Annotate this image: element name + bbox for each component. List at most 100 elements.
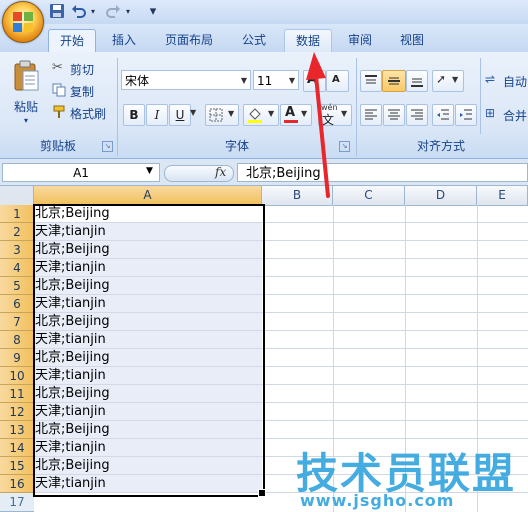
clipboard-launcher-icon[interactable]: ↘ (102, 141, 113, 152)
align-left-button[interactable] (360, 104, 382, 126)
tab-home[interactable]: 开始 (48, 29, 96, 53)
tab-page-layout[interactable]: 页面布局 (156, 29, 222, 52)
row-header-6[interactable]: 6 (0, 295, 34, 313)
column-header-c[interactable]: C (333, 186, 405, 205)
row-header-1[interactable]: 1 (0, 205, 34, 223)
font-size-value: 11 (257, 74, 273, 88)
cell-a12[interactable]: 天津;tianjin (34, 403, 262, 421)
cut-label: 剪切 (70, 63, 95, 77)
chevron-down-icon: ▼ (301, 109, 308, 118)
row-header-16[interactable]: 16 (0, 475, 34, 493)
decrease-indent-button[interactable] (432, 104, 454, 126)
undo-dropdown-icon[interactable]: ▾ (88, 3, 98, 21)
row-header-15[interactable]: 15 (0, 457, 34, 475)
align-middle-button[interactable] (382, 70, 406, 92)
cell-a5[interactable]: 北京;Beijing (34, 277, 262, 295)
underline-button[interactable]: U (169, 104, 191, 126)
tab-view[interactable]: 视图 (390, 29, 434, 52)
row-header-13[interactable]: 13 (0, 421, 34, 439)
cell-a14[interactable]: 天津;tianjin (34, 439, 262, 457)
fill-handle[interactable] (258, 489, 266, 497)
grid-line (262, 366, 528, 367)
grid-line (262, 294, 528, 295)
decrease-font-icon: A (332, 74, 340, 85)
column-header-a[interactable]: A (34, 186, 262, 205)
decrease-font-size-button[interactable]: A (326, 70, 349, 92)
row-header-4[interactable]: 4 (0, 259, 34, 277)
borders-button[interactable]: ▼ (205, 104, 239, 126)
row-header-14[interactable]: 14 (0, 439, 34, 457)
cell-a3[interactable]: 北京;Beijing (34, 241, 262, 259)
tab-review[interactable]: 审阅 (338, 29, 382, 52)
customize-quick-access-icon[interactable]: ▾ (146, 3, 160, 21)
cell-a16[interactable]: 天津;tianjin (34, 475, 262, 493)
row-header-17[interactable]: 17 (0, 493, 34, 512)
fill-color-button[interactable]: ▼ (243, 104, 279, 126)
merge-center-button[interactable]: ⊞ 合并 (485, 106, 528, 124)
row-header-7[interactable]: 7 (0, 313, 34, 331)
align-bottom-button[interactable] (406, 70, 428, 92)
cell-a6[interactable]: 天津;tianjin (34, 295, 262, 313)
column-header-d[interactable]: D (405, 186, 477, 205)
align-right-button[interactable] (406, 104, 428, 126)
row-header-12[interactable]: 12 (0, 403, 34, 421)
font-launcher-icon[interactable]: ↘ (339, 141, 350, 152)
cell-a10[interactable]: 天津;tianjin (34, 367, 262, 385)
italic-button[interactable]: I (146, 104, 168, 126)
undo-icon[interactable] (70, 3, 88, 21)
cell-a1[interactable]: 北京;Beijing (34, 205, 262, 223)
redo-icon[interactable] (104, 3, 122, 21)
tab-formulas[interactable]: 公式 (232, 29, 276, 52)
cell-a8[interactable]: 天津;tianjin (34, 331, 262, 349)
wrap-text-button[interactable]: ⇌ 自动 (485, 72, 528, 90)
row-header-5[interactable]: 5 (0, 277, 34, 295)
font-color-button[interactable]: A ▼ (280, 104, 312, 126)
align-top-button[interactable] (360, 70, 382, 92)
tab-data[interactable]: 数据 (284, 29, 332, 53)
row-header-9[interactable]: 9 (0, 349, 34, 367)
cell-a2[interactable]: 天津;tianjin (34, 223, 262, 241)
select-all-corner[interactable] (0, 186, 34, 205)
save-icon[interactable] (48, 3, 66, 21)
cell-a9[interactable]: 北京;Beijing (34, 349, 262, 367)
row-header-10[interactable]: 10 (0, 367, 34, 385)
format-painter-icon (52, 105, 66, 122)
copy-button[interactable]: 复制 (52, 82, 112, 100)
merge-center-label: 合并 (503, 109, 528, 123)
cell-a4[interactable]: 天津;tianjin (34, 259, 262, 277)
align-center-button[interactable] (383, 104, 405, 126)
align-middle-icon (388, 77, 400, 85)
increase-indent-button[interactable] (455, 104, 477, 126)
increase-font-size-button[interactable]: A (303, 70, 326, 92)
font-size-select[interactable]: 11 ▼ (253, 70, 299, 90)
name-box-dropdown-icon[interactable]: ▼ (146, 166, 153, 176)
cell-a15[interactable]: 北京;Beijing (34, 457, 262, 475)
phonetic-guide-button[interactable]: wén 文 ▼ (318, 103, 352, 127)
cut-button[interactable]: ✂ 剪切 (52, 60, 112, 78)
office-button[interactable] (2, 1, 44, 43)
row-header-2[interactable]: 2 (0, 223, 34, 241)
column-header-b[interactable]: B (262, 186, 333, 205)
orientation-button[interactable]: ➚ ▼ (432, 70, 464, 92)
name-box[interactable]: A1 (2, 163, 160, 182)
chevron-down-icon: ▼ (452, 75, 459, 84)
insert-function-icon[interactable]: fx (215, 165, 226, 179)
bold-button[interactable]: B (123, 104, 145, 126)
chevron-down-icon: ▼ (228, 109, 235, 118)
cell-a13[interactable]: 北京;Beijing (34, 421, 262, 439)
name-box-value: A1 (73, 166, 89, 180)
row-header-3[interactable]: 3 (0, 241, 34, 259)
font-name-select[interactable]: 宋体 ▼ (121, 70, 251, 90)
formula-input[interactable]: 北京;Beijing (237, 163, 528, 182)
column-header-e[interactable]: E (477, 186, 528, 205)
cell-a11[interactable]: 北京;Beijing (34, 385, 262, 403)
redo-dropdown-icon[interactable]: ▾ (123, 3, 133, 21)
cell-a7[interactable]: 北京;Beijing (34, 313, 262, 331)
row-header-11[interactable]: 11 (0, 385, 34, 403)
row-header-8[interactable]: 8 (0, 331, 34, 349)
underline-dropdown-icon[interactable]: ▼ (190, 108, 196, 117)
format-painter-button[interactable]: 格式刷 (52, 104, 114, 122)
tab-insert[interactable]: 插入 (104, 29, 144, 52)
borders-icon (209, 108, 223, 125)
paste-button[interactable]: 粘贴 ▾ (6, 58, 46, 134)
